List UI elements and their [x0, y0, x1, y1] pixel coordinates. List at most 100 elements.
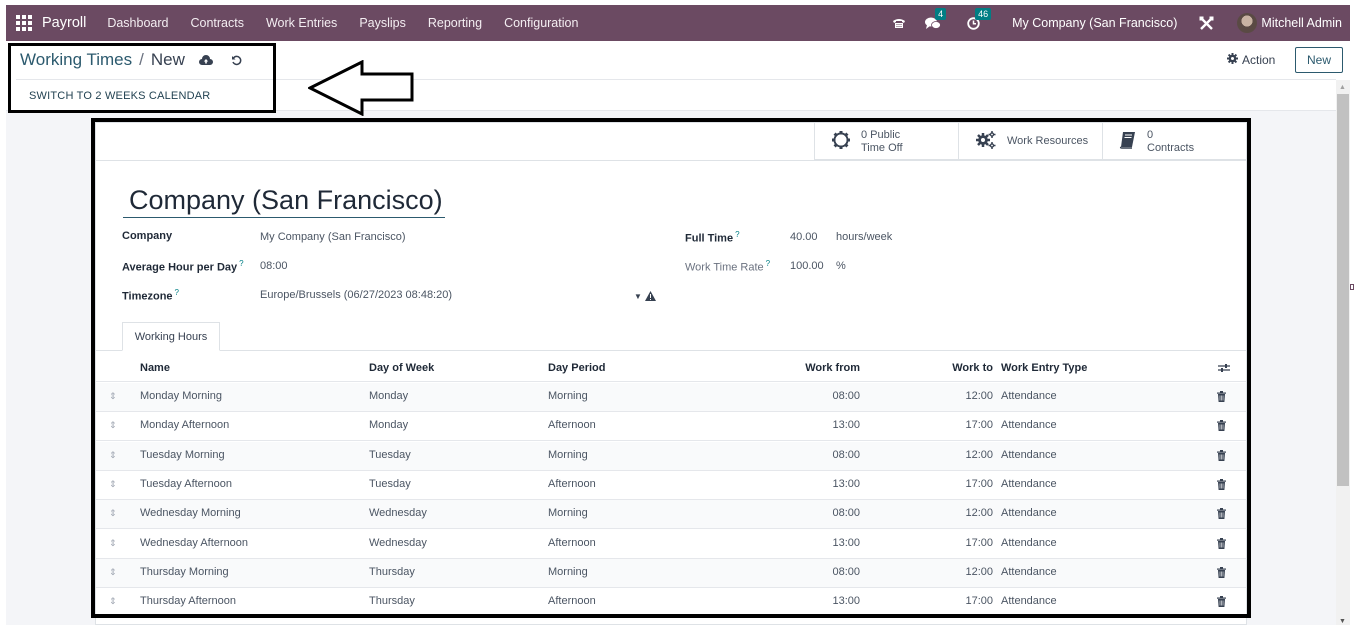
- drag-handle-icon[interactable]: ⇕: [109, 391, 117, 402]
- delete-trash-icon[interactable]: [1217, 508, 1226, 522]
- app-name[interactable]: Payroll: [42, 15, 86, 31]
- menu-work-entries[interactable]: Work Entries: [266, 16, 337, 30]
- menu-payslips[interactable]: Payslips: [359, 16, 406, 30]
- column-work-to[interactable]: Work to: [952, 362, 993, 374]
- cell-work-from[interactable]: 13:00: [832, 595, 860, 607]
- cell-work-entry-type[interactable]: Attendance: [1001, 537, 1057, 549]
- drag-handle-icon[interactable]: ⇕: [109, 538, 117, 549]
- company-field[interactable]: My Company (San Francisco): [260, 231, 406, 243]
- help-tooltip-icon[interactable]: ?: [766, 259, 770, 268]
- drag-handle-icon[interactable]: ⇕: [109, 508, 117, 519]
- side-panel-handle[interactable]: [1350, 284, 1354, 290]
- cell-day-period[interactable]: Morning: [548, 566, 588, 578]
- cell-work-entry-type[interactable]: Attendance: [1001, 566, 1057, 578]
- cell-day-of-week[interactable]: Thursday: [369, 566, 415, 578]
- user-avatar[interactable]: [1237, 13, 1258, 33]
- cell-work-from[interactable]: 13:00: [832, 478, 860, 490]
- cell-work-to[interactable]: 12:00: [965, 390, 993, 402]
- cell-day-period[interactable]: Afternoon: [548, 419, 596, 431]
- optional-columns-toggle-icon[interactable]: [1218, 363, 1230, 376]
- help-tooltip-icon[interactable]: ?: [239, 259, 243, 268]
- table-row[interactable]: ⇕ Monday Morning Monday Morning 08:00 12:00 At…: [96, 383, 1246, 412]
- menu-reporting[interactable]: Reporting: [428, 16, 482, 30]
- table-row[interactable]: ⇕ Tuesday Afternoon Tuesday Afternoon 13:00 1…: [96, 471, 1246, 500]
- drag-handle-icon[interactable]: ⇕: [109, 596, 117, 607]
- menu-dashboard[interactable]: Dashboard: [107, 16, 168, 30]
- cell-name[interactable]: Thursday Morning: [140, 566, 229, 578]
- contracts-button[interactable]: 0 Contracts: [1102, 123, 1246, 160]
- help-tooltip-icon[interactable]: ?: [175, 288, 179, 297]
- working-time-name-input[interactable]: Company (San Francisco): [123, 185, 445, 218]
- table-row[interactable]: ⇕ Wednesday Morning Wednesday Morning 08:00 1…: [96, 500, 1246, 530]
- avg-hour-field[interactable]: 08:00: [260, 260, 288, 272]
- cell-work-to[interactable]: 12:00: [965, 507, 993, 519]
- cell-day-period[interactable]: Afternoon: [548, 595, 596, 607]
- app-menu-icon[interactable]: [16, 15, 32, 31]
- cell-work-from[interactable]: 13:00: [832, 419, 860, 431]
- delete-trash-icon[interactable]: [1217, 566, 1226, 581]
- phone-icon[interactable]: [890, 14, 908, 32]
- full-time-field[interactable]: 40.00: [790, 231, 818, 243]
- cell-work-to[interactable]: 17:00: [965, 537, 993, 549]
- action-menu-button[interactable]: Action: [1227, 53, 1275, 67]
- delete-trash-icon[interactable]: [1217, 391, 1226, 405]
- cell-day-period[interactable]: Morning: [548, 507, 588, 519]
- cell-day-period[interactable]: Morning: [548, 449, 588, 461]
- drag-handle-icon[interactable]: ⇕: [109, 420, 117, 431]
- cell-name[interactable]: Wednesday Afternoon: [140, 537, 248, 549]
- scroll-up-arrow-icon[interactable]: ▲: [1339, 84, 1346, 91]
- help-tooltip-icon[interactable]: ?: [735, 230, 739, 239]
- cell-work-to[interactable]: 17:00: [965, 419, 993, 431]
- delete-trash-icon[interactable]: [1217, 537, 1226, 552]
- work-resources-button[interactable]: Work Resources: [958, 123, 1102, 160]
- menu-configuration[interactable]: Configuration: [504, 16, 578, 30]
- column-name[interactable]: Name: [140, 362, 170, 374]
- cell-day-of-week[interactable]: Monday: [369, 419, 408, 431]
- cell-work-entry-type[interactable]: Attendance: [1001, 419, 1057, 431]
- cell-day-period[interactable]: Morning: [548, 390, 588, 402]
- delete-trash-icon[interactable]: [1217, 478, 1226, 493]
- cell-name[interactable]: Tuesday Morning: [140, 449, 225, 461]
- cell-work-from[interactable]: 08:00: [832, 449, 860, 461]
- cell-name[interactable]: Wednesday Morning: [140, 507, 241, 519]
- cell-name[interactable]: Monday Morning: [140, 390, 222, 402]
- public-time-off-button[interactable]: 0 Public Time Off: [814, 123, 958, 160]
- cell-work-to[interactable]: 17:00: [965, 595, 993, 607]
- cell-day-of-week[interactable]: Tuesday: [369, 478, 411, 490]
- column-work-from[interactable]: Work from: [805, 362, 860, 374]
- drag-handle-icon[interactable]: ⇕: [109, 479, 117, 490]
- company-switcher[interactable]: My Company (San Francisco): [1012, 16, 1177, 30]
- new-button[interactable]: New: [1295, 47, 1343, 73]
- cell-day-period[interactable]: Afternoon: [548, 537, 596, 549]
- debug-tools-icon[interactable]: [1197, 14, 1215, 32]
- column-day-of-week[interactable]: Day of Week: [369, 362, 434, 374]
- user-menu[interactable]: Mitchell Admin: [1261, 16, 1342, 30]
- cell-day-of-week[interactable]: Wednesday: [369, 507, 427, 519]
- cell-work-entry-type[interactable]: Attendance: [1001, 478, 1057, 490]
- table-row[interactable]: ⇕ Wednesday Afternoon Wednesday Afternoon 13…: [96, 530, 1246, 559]
- timezone-select[interactable]: Europe/Brussels (06/27/2023 08:48:20): [260, 289, 452, 301]
- scroll-down-arrow-icon[interactable]: ▼: [1339, 618, 1346, 625]
- cell-day-of-week[interactable]: Monday: [369, 390, 408, 402]
- table-row[interactable]: ⇕ Monday Afternoon Monday Afternoon 13:00 17:…: [96, 412, 1246, 442]
- cell-work-from[interactable]: 08:00: [832, 507, 860, 519]
- cell-work-to[interactable]: 17:00: [965, 478, 993, 490]
- table-row[interactable]: ⇕ Thursday Morning Thursday Morning 08:00 12:…: [96, 558, 1246, 588]
- cell-day-period[interactable]: Afternoon: [548, 478, 596, 490]
- cell-day-of-week[interactable]: Wednesday: [369, 537, 427, 549]
- scrollbar-thumb[interactable]: [1337, 94, 1349, 486]
- delete-trash-icon[interactable]: [1217, 596, 1226, 610]
- delete-trash-icon[interactable]: [1217, 449, 1226, 464]
- cell-work-from[interactable]: 13:00: [832, 537, 860, 549]
- menu-contracts[interactable]: Contracts: [190, 16, 244, 30]
- cell-work-from[interactable]: 08:00: [832, 390, 860, 402]
- cell-name[interactable]: Tuesday Afternoon: [140, 478, 232, 490]
- tab-working-hours[interactable]: Working Hours: [122, 322, 220, 351]
- vertical-scrollbar[interactable]: ▲ ▼: [1336, 80, 1350, 625]
- cell-work-entry-type[interactable]: Attendance: [1001, 390, 1057, 402]
- cell-name[interactable]: Thursday Afternoon: [140, 595, 236, 607]
- column-day-period[interactable]: Day Period: [548, 362, 605, 374]
- cell-work-entry-type[interactable]: Attendance: [1001, 507, 1057, 519]
- messages-icon[interactable]: 4: [924, 8, 947, 32]
- cell-name[interactable]: Monday Afternoon: [140, 419, 229, 431]
